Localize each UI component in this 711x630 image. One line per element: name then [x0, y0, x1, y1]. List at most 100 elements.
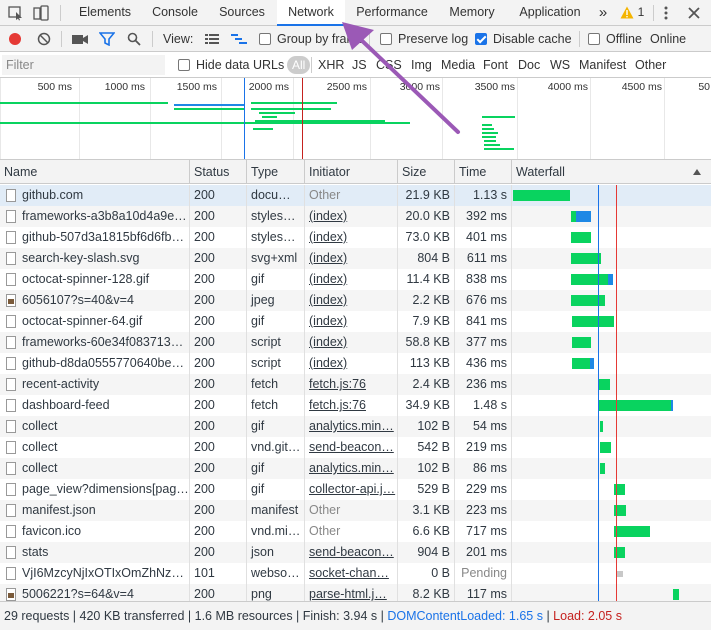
- search-icon[interactable]: [127, 32, 141, 46]
- column-header-name[interactable]: Name: [0, 160, 190, 184]
- request-initiator[interactable]: (index): [305, 227, 398, 248]
- large-rows-icon[interactable]: [205, 33, 219, 45]
- request-initiator[interactable]: (index): [305, 206, 398, 227]
- hide-data-urls-checkbox[interactable]: [178, 59, 190, 71]
- tab-console[interactable]: Console: [142, 0, 208, 26]
- table-row[interactable]: github-d8da0555770640be… 200 script (index)…: [0, 353, 711, 374]
- filter-type-img[interactable]: Img: [411, 52, 432, 78]
- request-name[interactable]: 6056107?s=40&v=4: [0, 290, 190, 311]
- filter-type-all[interactable]: All: [287, 56, 311, 74]
- request-name[interactable]: frameworks-a3b8a10d4a9e…: [0, 206, 190, 227]
- table-row[interactable]: recent-activity 200 fetch fetch.js:76 2.4 KB…: [0, 374, 711, 395]
- filter-input[interactable]: [2, 55, 165, 75]
- table-row[interactable]: octocat-spinner-64.gif 200 gif (index) 7.9 K…: [0, 311, 711, 332]
- request-waterfall[interactable]: [512, 374, 711, 395]
- table-row[interactable]: github.com 200 docu… Other 21.9 KB 1.13 s: [0, 185, 711, 206]
- table-row[interactable]: search-key-slash.svg 200 svg+xml (index) 804…: [0, 248, 711, 269]
- network-overview[interactable]: 500 ms 1000 ms 1500 ms 2000 ms 2500 ms 3…: [0, 78, 711, 160]
- preserve-log-label[interactable]: Preserve log: [398, 26, 468, 52]
- overview-waterfall-icon[interactable]: [231, 33, 247, 45]
- request-initiator[interactable]: (index): [305, 332, 398, 353]
- request-waterfall[interactable]: [512, 269, 711, 290]
- request-waterfall[interactable]: [512, 437, 711, 458]
- tab-application[interactable]: Application: [510, 0, 590, 26]
- table-row[interactable]: frameworks-60e34f0837138… 200 script (index…: [0, 332, 711, 353]
- close-icon[interactable]: [688, 7, 700, 19]
- table-row[interactable]: page_view?dimensions[pag… 200 gif collector…: [0, 479, 711, 500]
- request-waterfall[interactable]: [512, 290, 711, 311]
- offline-checkbox[interactable]: [588, 33, 600, 45]
- filter-type-font[interactable]: Font: [483, 52, 508, 78]
- capture-screenshots-icon[interactable]: [71, 33, 89, 45]
- request-waterfall[interactable]: [512, 332, 711, 353]
- request-waterfall[interactable]: [512, 521, 711, 542]
- request-waterfall[interactable]: [512, 563, 711, 584]
- tab-memory[interactable]: Memory: [440, 0, 504, 26]
- table-row[interactable]: frameworks-a3b8a10d4a9e… 200 styles… (index…: [0, 206, 711, 227]
- request-name[interactable]: manifest.json: [0, 500, 190, 521]
- request-initiator[interactable]: (index): [305, 248, 398, 269]
- request-name[interactable]: VjI6MzcyNjIxOTIxOmZhNzY…: [0, 563, 190, 584]
- table-row[interactable]: 6056107?s=40&v=4 200 jpeg (index) 2.2 KB 676 …: [0, 290, 711, 311]
- table-row[interactable]: octocat-spinner-128.gif 200 gif (index) 11.4…: [0, 269, 711, 290]
- request-name[interactable]: search-key-slash.svg: [0, 248, 190, 269]
- column-header-type[interactable]: Type: [247, 160, 305, 184]
- filter-type-js[interactable]: JS: [352, 52, 367, 78]
- table-row[interactable]: stats 200 json send-beacon… 904 B 201 ms: [0, 542, 711, 563]
- request-name[interactable]: collect: [0, 416, 190, 437]
- table-row[interactable]: github-507d3a1815bf6d6fb… 200 styles… (inde…: [0, 227, 711, 248]
- request-waterfall[interactable]: [512, 185, 711, 206]
- request-initiator[interactable]: analytics.min…: [305, 458, 398, 479]
- tab-performance[interactable]: Performance: [350, 0, 434, 26]
- request-waterfall[interactable]: [512, 353, 711, 374]
- request-initiator[interactable]: (index): [305, 311, 398, 332]
- filter-type-manifest[interactable]: Manifest: [579, 52, 626, 78]
- column-header-size[interactable]: Size: [398, 160, 455, 184]
- request-waterfall[interactable]: [512, 458, 711, 479]
- request-name[interactable]: page_view?dimensions[pag…: [0, 479, 190, 500]
- filter-type-css[interactable]: CSS: [376, 52, 402, 78]
- request-initiator[interactable]: (index): [305, 269, 398, 290]
- group-by-frame-label[interactable]: Group by frame: [277, 26, 364, 52]
- request-name[interactable]: octocat-spinner-64.gif: [0, 311, 190, 332]
- request-initiator[interactable]: send-beacon…: [305, 542, 398, 563]
- request-name[interactable]: github-507d3a1815bf6d6fb…: [0, 227, 190, 248]
- request-waterfall[interactable]: [512, 500, 711, 521]
- throttling-select[interactable]: Online: [650, 26, 686, 52]
- request-name[interactable]: frameworks-60e34f0837138…: [0, 332, 190, 353]
- request-name[interactable]: github-d8da0555770640be…: [0, 353, 190, 374]
- tab-network[interactable]: Network: [277, 0, 345, 26]
- request-waterfall[interactable]: [512, 479, 711, 500]
- filter-type-ws[interactable]: WS: [550, 52, 570, 78]
- request-initiator[interactable]: analytics.min…: [305, 416, 398, 437]
- request-waterfall[interactable]: [512, 584, 711, 601]
- request-waterfall[interactable]: [512, 395, 711, 416]
- filter-type-media[interactable]: Media: [441, 52, 475, 78]
- clear-icon[interactable]: [37, 32, 51, 46]
- request-initiator[interactable]: send-beacon…: [305, 437, 398, 458]
- tab-sources[interactable]: Sources: [210, 0, 274, 26]
- request-waterfall[interactable]: [512, 206, 711, 227]
- record-icon[interactable]: [8, 32, 22, 46]
- warning-count[interactable]: 1: [635, 0, 647, 26]
- column-header-initiator[interactable]: Initiator: [305, 160, 398, 184]
- tab-elements[interactable]: Elements: [70, 0, 140, 26]
- request-name[interactable]: 5006221?s=64&v=4: [0, 584, 190, 601]
- request-name[interactable]: dashboard-feed: [0, 395, 190, 416]
- request-waterfall[interactable]: [512, 542, 711, 563]
- table-row[interactable]: collect 200 gif analytics.min… 102 B 86 ms: [0, 458, 711, 479]
- request-name[interactable]: octocat-spinner-128.gif: [0, 269, 190, 290]
- table-row[interactable]: favicon.ico 200 vnd.mi… Other 6.6 KB 717 ms: [0, 521, 711, 542]
- disable-cache-checkbox[interactable]: [475, 33, 487, 45]
- preserve-log-checkbox[interactable]: [380, 33, 392, 45]
- column-header-status[interactable]: Status: [190, 160, 247, 184]
- request-name[interactable]: collect: [0, 458, 190, 479]
- request-initiator[interactable]: (index): [305, 290, 398, 311]
- request-name[interactable]: collect: [0, 437, 190, 458]
- device-toolbar-icon[interactable]: [32, 5, 50, 21]
- column-header-waterfall[interactable]: Waterfall: [512, 160, 711, 184]
- request-initiator[interactable]: parse-html.j…: [305, 584, 398, 601]
- request-waterfall[interactable]: [512, 311, 711, 332]
- request-name[interactable]: recent-activity: [0, 374, 190, 395]
- hide-data-urls-label[interactable]: Hide data URLs: [196, 52, 284, 78]
